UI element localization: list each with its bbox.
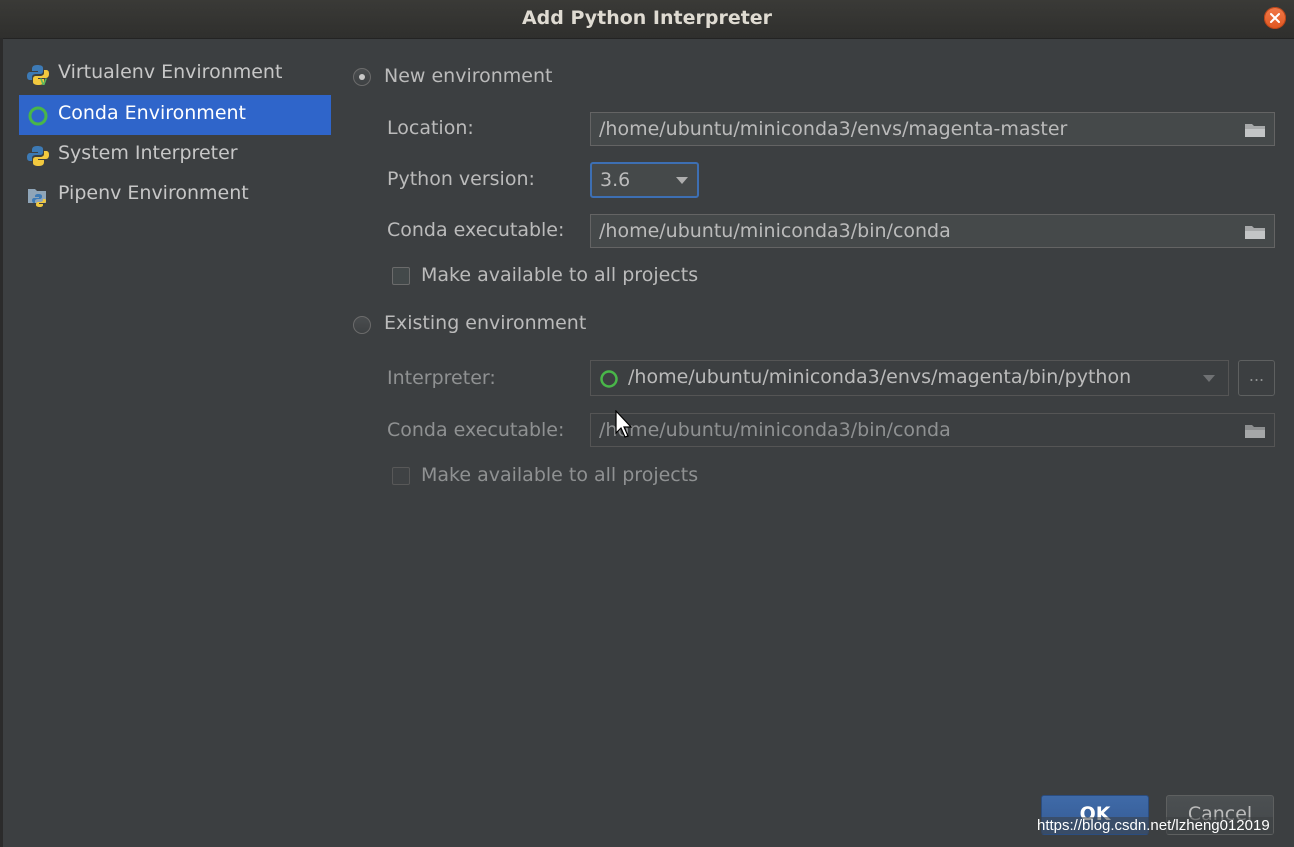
conda-executable-label: Conda executable: [387, 419, 565, 441]
sidebar-item-label: System Interpreter [58, 142, 238, 164]
sidebar-item-label: Virtualenv Environment [58, 61, 283, 83]
folder-icon[interactable] [1244, 224, 1266, 240]
python-version-value: 3.6 [600, 169, 631, 191]
chevron-down-icon [1203, 375, 1215, 382]
sidebar-item-label: Conda Environment [58, 102, 246, 124]
conda-executable-value: /home/ubuntu/miniconda3/bin/conda [599, 419, 951, 441]
sidebar-item-virtualenv[interactable]: V Virtualenv Environment [19, 54, 331, 94]
window-title: Add Python Interpreter [521, 7, 773, 29]
conda-executable-label: Conda executable: [387, 219, 565, 241]
python-version-label: Python version: [387, 168, 535, 190]
new-environment-radio[interactable] [353, 68, 371, 86]
sidebar-item-conda[interactable]: Conda Environment [19, 95, 331, 135]
new-environment-label: New environment [384, 65, 553, 87]
location-label: Location: [387, 117, 474, 139]
python-icon [27, 145, 49, 167]
sidebar-item-pipenv[interactable]: Pipenv Environment [19, 175, 331, 215]
title-bar: Add Python Interpreter [0, 0, 1294, 39]
conda-executable-field[interactable]: /home/ubuntu/miniconda3/bin/conda [590, 214, 1275, 248]
pipenv-icon [27, 185, 49, 207]
interpreter-label: Interpreter: [387, 367, 496, 389]
interpreter-dropdown[interactable]: /home/ubuntu/miniconda3/envs/magenta/bin… [590, 360, 1229, 396]
sidebar-item-system[interactable]: System Interpreter [19, 135, 331, 175]
close-icon [1270, 13, 1280, 23]
chevron-down-icon [676, 177, 688, 184]
interpreter-value: /home/ubuntu/miniconda3/envs/magenta/bin… [628, 366, 1132, 388]
make-available-label: Make available to all projects [421, 464, 699, 486]
close-button[interactable] [1264, 7, 1286, 29]
browse-button[interactable]: ... [1238, 360, 1275, 396]
mouse-cursor-icon [615, 410, 633, 438]
python-virtualenv-icon: V [27, 64, 49, 88]
existing-environment-label: Existing environment [384, 312, 587, 334]
folder-icon[interactable] [1244, 423, 1266, 439]
python-version-dropdown[interactable]: 3.6 [590, 162, 699, 198]
watermark-url: https://blog.csdn.net/lzheng012019 [1034, 817, 1273, 834]
location-value: /home/ubuntu/miniconda3/envs/magenta-mas… [599, 118, 1068, 140]
conda-ring-icon [27, 105, 49, 127]
folder-icon[interactable] [1244, 122, 1266, 138]
conda-ring-icon [600, 370, 618, 388]
conda-executable-value: /home/ubuntu/miniconda3/bin/conda [599, 220, 951, 242]
sidebar-item-label: Pipenv Environment [58, 182, 249, 204]
make-available-label: Make available to all projects [421, 264, 699, 286]
existing-make-available-checkbox[interactable] [392, 467, 410, 485]
svg-text:V: V [40, 78, 47, 86]
window-edge [0, 38, 3, 847]
radio-selected-dot [359, 74, 365, 80]
location-field[interactable]: /home/ubuntu/miniconda3/envs/magenta-mas… [590, 112, 1275, 146]
make-available-checkbox[interactable] [392, 267, 410, 285]
existing-environment-radio[interactable] [353, 316, 371, 334]
existing-conda-executable-field[interactable]: /home/ubuntu/miniconda3/bin/conda [590, 413, 1275, 447]
